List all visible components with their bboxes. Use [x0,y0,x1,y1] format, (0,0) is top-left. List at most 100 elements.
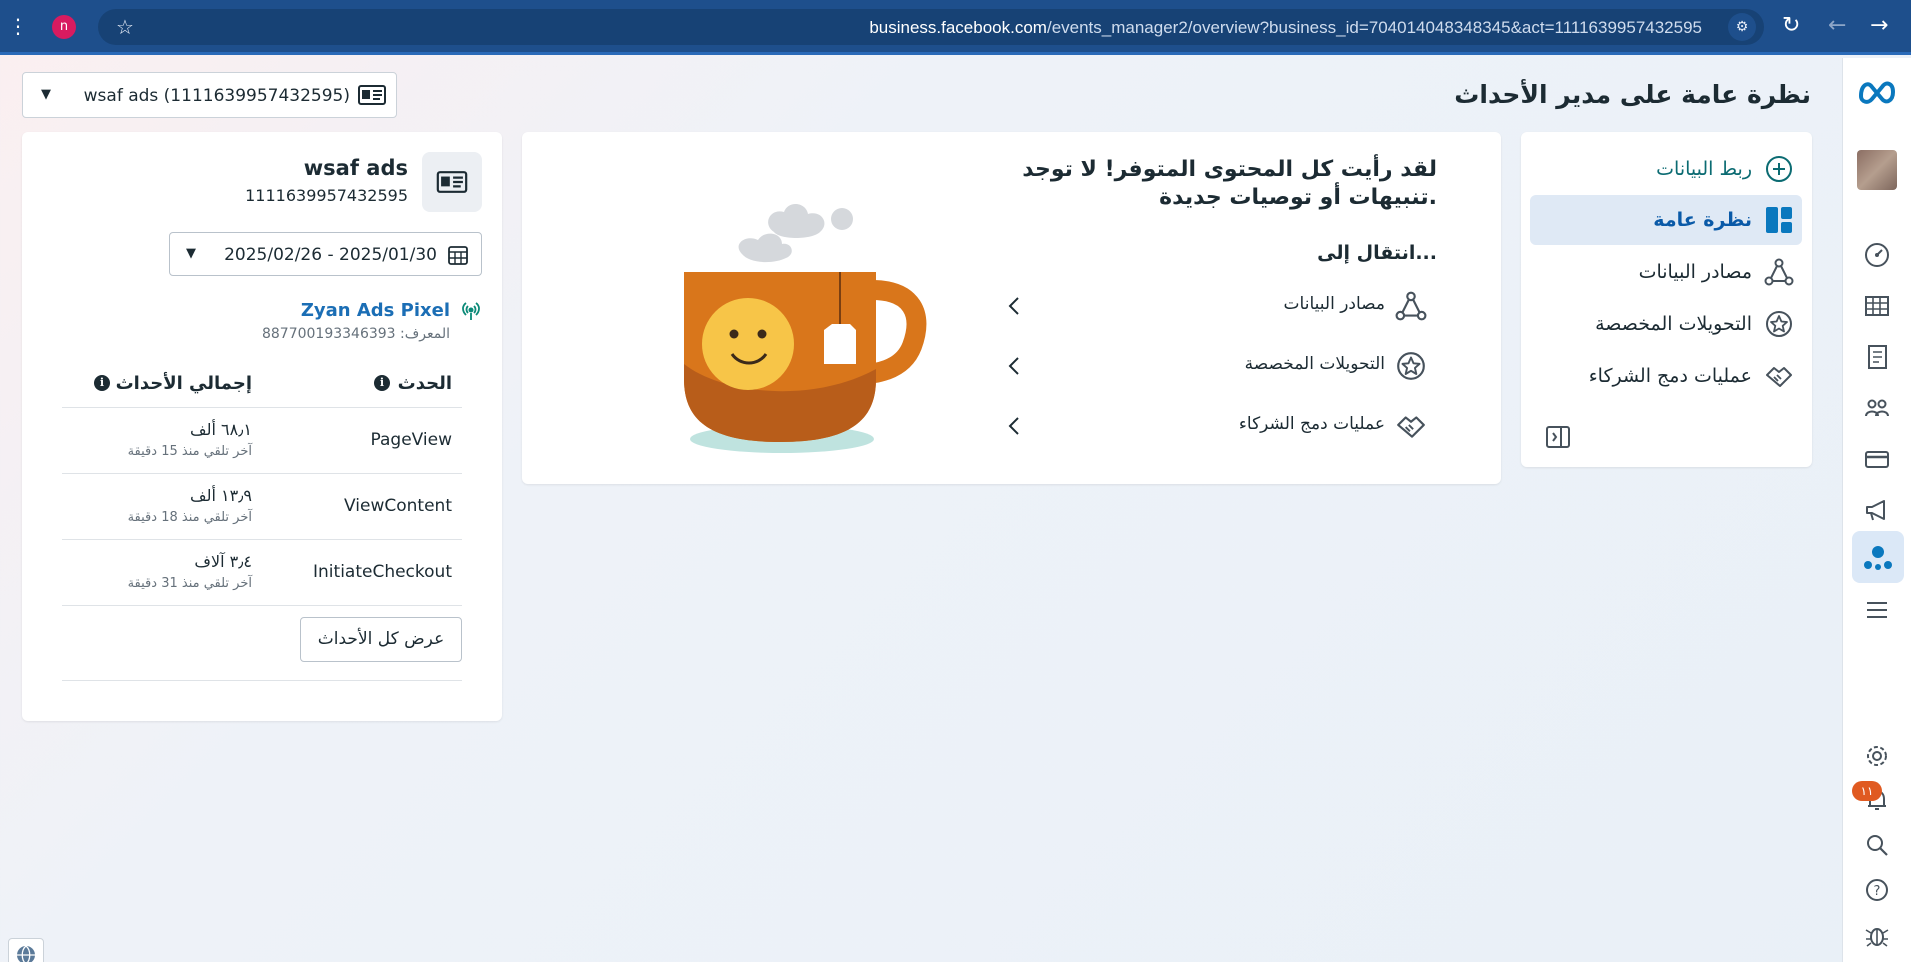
data-sources-icon [1395,291,1427,321]
view-all-events-button[interactable]: عرض كل الأحداث [300,617,462,662]
data-sources-icon [1764,258,1794,286]
collapse-sidebar-icon[interactable] [1545,424,1571,450]
global-nav-rail: ? [1842,58,1911,962]
nav-data-sources[interactable]: مصادر البيانات [1530,247,1802,297]
profile-avatar[interactable]: n [52,15,76,39]
event-name: InitiateCheckout [313,562,452,582]
ad-account-dropdown[interactable]: ▼ wsaf ads (1111639957432595) [22,72,397,118]
goto-heading: انتقال إلى... [1317,242,1437,264]
business-avatar[interactable] [1857,150,1897,190]
forward-arrow-icon[interactable]: → [1870,13,1888,38]
browser-menu-icon[interactable]: ⋮ [8,14,28,38]
goto-partner-integrations-link[interactable]: عمليات دمج الشركاء [1007,407,1427,447]
ad-account-name: wsaf ads [303,156,408,180]
event-name: ViewContent [344,496,452,516]
event-last-received: آخر تلقي منذ 18 دقيقة [127,510,252,525]
events-manager-icon[interactable] [1852,531,1904,583]
pages-icon[interactable] [1860,340,1894,374]
chevron-down-icon: ▼ [41,87,51,102]
pixel-id: المعرف: 887700193346393 [261,326,450,342]
goto-custom-conversions-label: التحويلات المخصصة [1244,354,1385,374]
bookmark-star-icon[interactable]: ☆ [116,15,134,39]
notifications-badge: ١١ [1852,781,1882,801]
dashboard-icon[interactable] [1860,238,1894,272]
custom-conversions-icon [1766,311,1792,337]
nav-overview[interactable]: نظرة عامة [1530,195,1802,245]
chevron-left-icon [1008,417,1019,435]
table-icon[interactable] [1860,289,1894,323]
tea-cup-illustration [684,203,927,453]
events-table: الحدث i إجمالي الأحداث i PageView ٦٨٫١ أ… [62,358,462,606]
help-icon[interactable]: ? [1860,873,1894,907]
account-icon [358,85,386,105]
event-last-received: آخر تلقي منذ 31 دقيقة [127,576,252,591]
plus-circle-icon [1766,156,1792,182]
partner-integrations-icon [1766,367,1792,387]
table-row[interactable]: ViewContent ١٣٫٩ ألف آخر تلقي منذ 18 دقي… [62,474,462,540]
pixel-signal-icon [462,302,480,320]
chevron-left-icon [1008,357,1019,375]
url-host: business.facebook.com [869,18,1047,37]
reload-icon[interactable]: ↻ [1782,13,1800,38]
column-header-event: الحدث [397,373,452,394]
event-count: ٦٨٫١ ألف [190,420,252,439]
goto-custom-conversions-link[interactable]: التحويلات المخصصة [1007,347,1427,387]
goto-data-sources-label: مصادر البيانات [1283,294,1385,314]
nav-overview-label: نظرة عامة [1653,209,1752,231]
nav-custom-conversions-label: التحويلات المخصصة [1595,313,1752,335]
nav-connect-data-label: ربط البيانات [1656,158,1752,180]
event-count: ٣٫٤ آلاف [194,552,252,571]
table-row[interactable]: PageView ٦٨٫١ ألف آخر تلقي منذ 15 دقيقة [62,408,462,474]
search-icon[interactable] [1860,828,1894,862]
account-icon [436,171,468,193]
nav-partner-integrations[interactable]: عمليات دمج الشركاء [1530,351,1802,401]
url-path: /events_manager2/overview?business_id=70… [1046,18,1702,37]
nav-connect-data[interactable]: ربط البيانات [1530,144,1802,194]
people-icon[interactable] [1860,391,1894,425]
calendar-icon [448,246,468,265]
site-settings-icon[interactable]: ⚙ [1728,13,1756,41]
ad-account-icon-box [422,152,482,212]
chevron-left-icon [1008,297,1019,315]
date-range-picker[interactable]: ▼ 2025/02/26 - 2025/01/30 [169,232,482,276]
settings-icon[interactable] [1860,739,1894,773]
event-name: PageView [370,430,453,450]
info-icon[interactable]: i [374,375,390,391]
overview-icon [1766,207,1792,233]
billing-icon[interactable] [1860,442,1894,476]
nav-custom-conversions[interactable]: التحويلات المخصصة [1530,299,1802,349]
ad-account-id: 1111639957432595 [245,186,408,205]
meta-logo-icon[interactable] [1857,75,1897,105]
event-count: ١٣٫٩ ألف [190,486,252,505]
svg-text:?: ? [1874,884,1881,899]
goto-partner-integrations-label: عمليات دمج الشركاء [1238,414,1385,434]
divider [62,680,462,681]
partner-integrations-icon [1397,416,1425,438]
events-table-header: الحدث i إجمالي الأحداث i [62,358,462,408]
nav-data-sources-label: مصادر البيانات [1638,261,1752,283]
info-icon[interactable]: i [94,375,110,391]
url-text[interactable]: business.facebook.com/events_manager2/ov… [869,18,1702,38]
recommendations-title: لقد رأيت كل المحتوى المتوفر! لا توجد تنب… [1022,157,1437,210]
events-manager-nav: ربط البيانات نظرة عامة مصادر البيانات ال… [1521,132,1812,467]
bug-icon[interactable] [1860,918,1894,952]
back-arrow-icon[interactable]: ← [1828,13,1846,38]
column-header-total: إجمالي الأحداث [115,373,252,394]
recommendations-card: لقد رأيت كل المحتوى المتوفر! لا توجد تنب… [522,132,1501,484]
nav-partner-integrations-label: عمليات دمج الشركاء [1588,365,1752,387]
date-range-value: 2025/02/26 - 2025/01/30 [224,245,437,265]
table-row[interactable]: InitiateCheckout ٣٫٤ آلاف آخر تلقي منذ 3… [62,540,462,606]
browser-toolbar: ⋮ n ☆ business.facebook.com/events_manag… [0,0,1911,55]
ad-account-label: wsaf ads (1111639957432595) [83,86,350,106]
chevron-down-icon: ▼ [186,246,196,261]
custom-conversions-icon [1397,352,1425,380]
event-last-received: آخر تلقي منذ 15 دقيقة [127,444,252,459]
address-bar[interactable]: ☆ business.facebook.com/events_manager2/… [98,9,1764,45]
goto-data-sources-link[interactable]: مصادر البيانات [1007,287,1427,327]
pixel-summary-card: wsaf ads 1111639957432595 ▼ 2025/02/26 -… [22,132,502,721]
megaphone-icon[interactable] [1860,493,1894,527]
pixel-name-link[interactable]: Zyan Ads Pixel [301,300,450,321]
page-title: نظرة عامة على مدير الأحداث [1454,80,1811,109]
language-globe-icon[interactable] [8,938,44,962]
menu-icon[interactable] [1860,593,1894,627]
